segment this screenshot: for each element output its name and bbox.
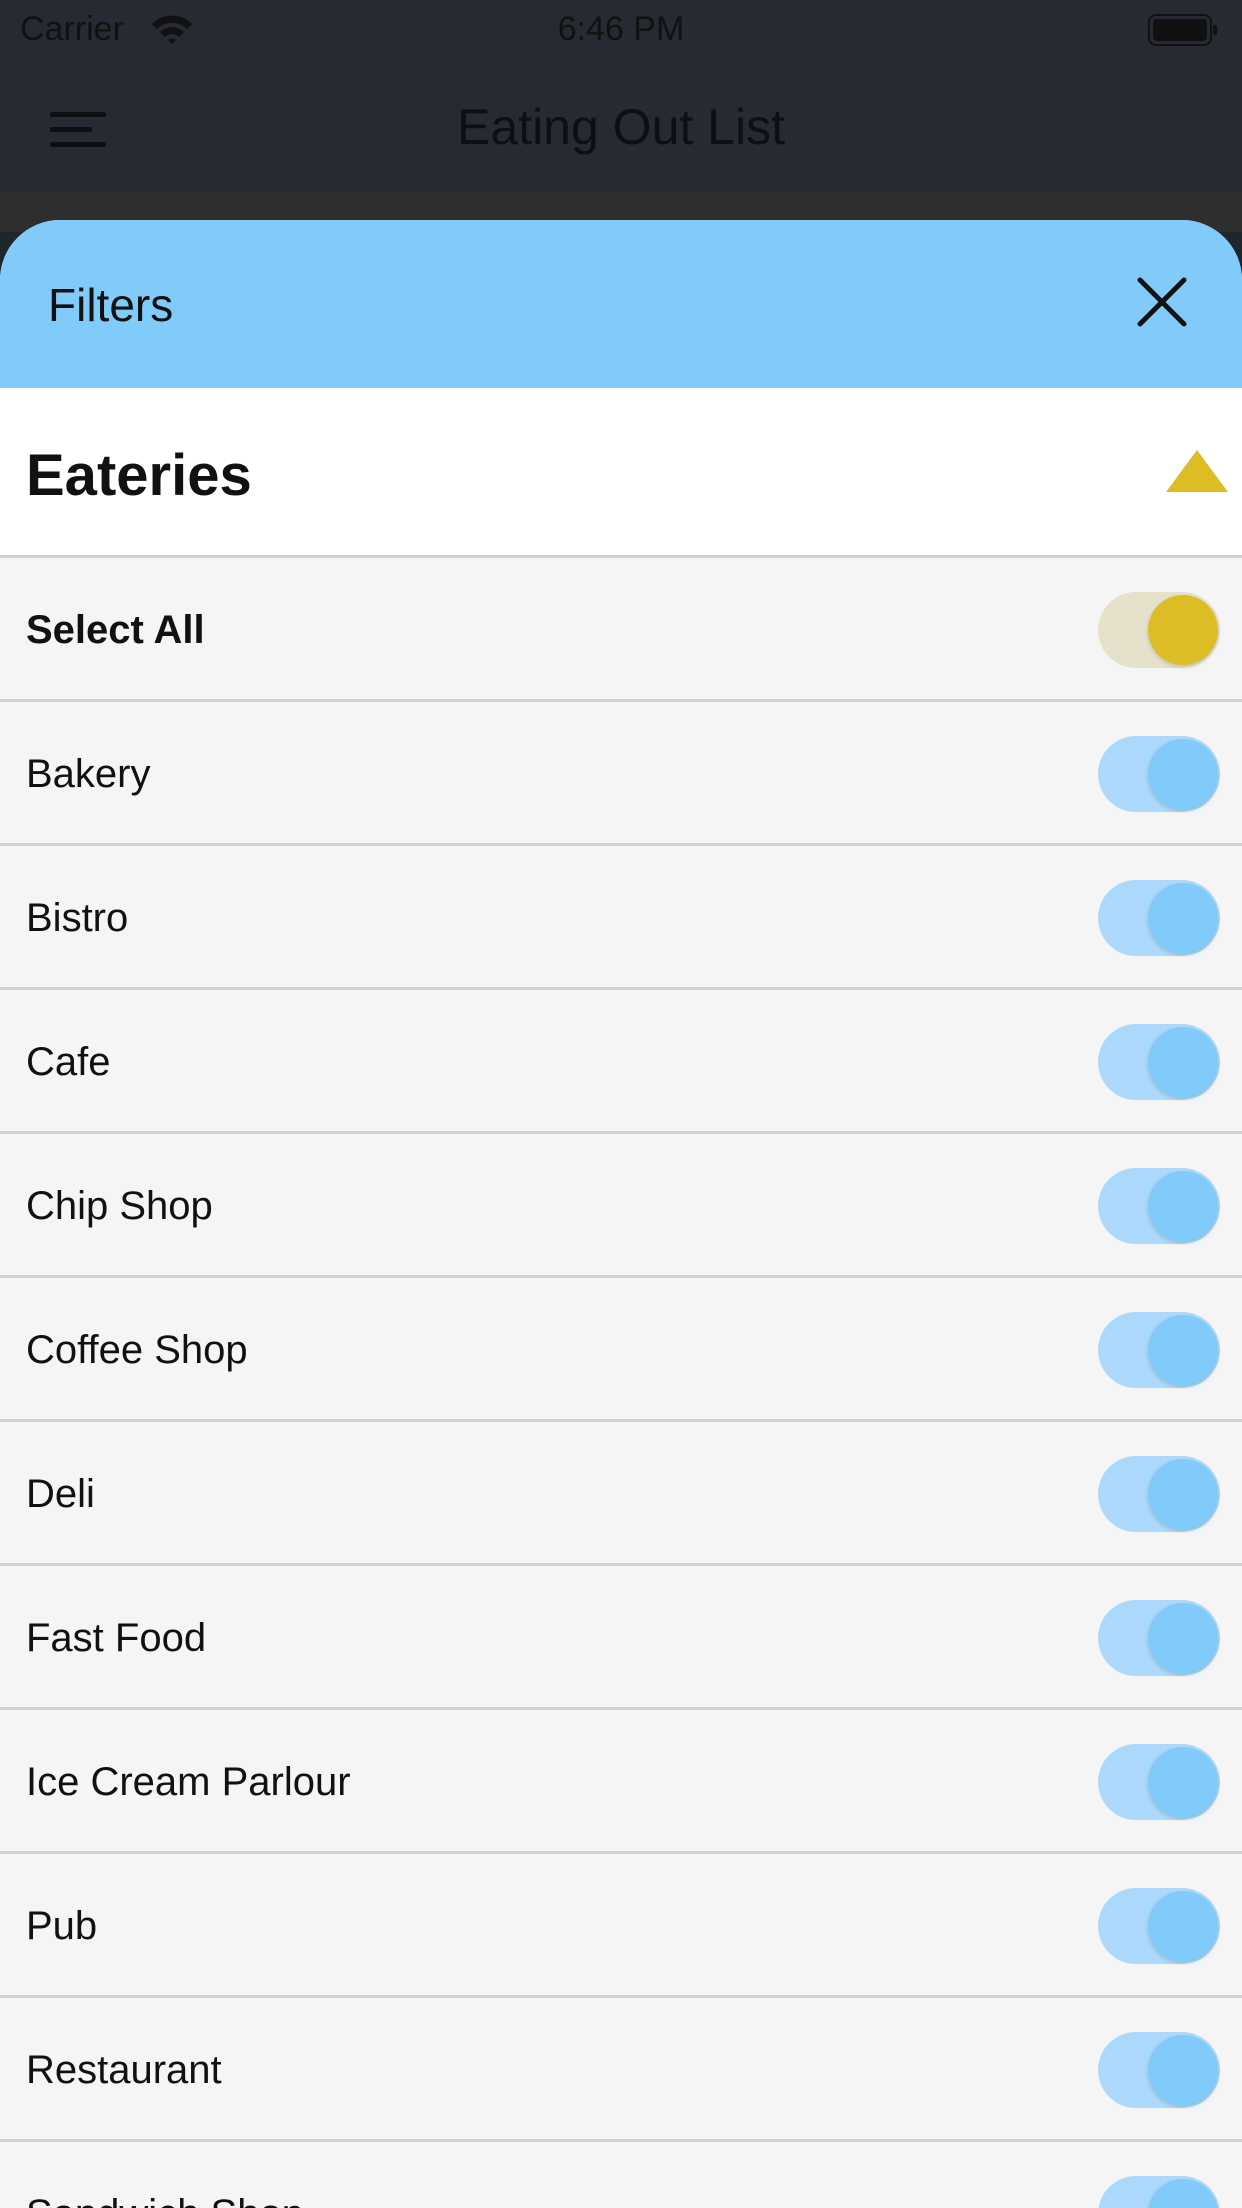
nav-bar: Eating Out List [0,60,1242,192]
filter-list: Select All Bakery Bistro Cafe Chip Shop … [0,558,1242,2208]
list-item-label: Ice Cream Parlour [26,1760,351,1804]
toggle-switch[interactable] [1098,880,1220,956]
page-title: Eating Out List [457,99,785,155]
list-item: Coffee Shop [0,1278,1242,1422]
list-item: Bakery [0,702,1242,846]
toggle-knob [1148,595,1218,665]
list-item-label: Restaurant [26,2048,222,2092]
list-item: Bistro [0,846,1242,990]
battery-icon [1148,14,1217,46]
toggle-knob [1148,1891,1218,1961]
status-time: 6:46 PM [557,10,685,48]
toggle-switch[interactable] [1098,1600,1220,1676]
toggle-knob [1148,2179,1218,2208]
list-item: Ice Cream Parlour [0,1710,1242,1854]
section-header-eateries[interactable]: Eateries [0,388,1242,558]
select-all-label: Select All [26,608,205,652]
list-item: Fast Food [0,1566,1242,1710]
list-item-label: Cafe [26,1040,111,1084]
list-item-label: Deli [26,1472,95,1516]
toggle-knob [1148,883,1218,953]
toggle-knob [1148,1027,1218,1097]
toggle-switch[interactable] [1098,1312,1220,1388]
list-item: Pub [0,1854,1242,1998]
sheet-header: Filters [0,220,1242,388]
status-bar: Carrier 6:46 PM [0,0,1242,60]
close-icon[interactable] [1132,272,1192,332]
toggle-switch[interactable] [1098,1456,1220,1532]
sheet-title: Filters [48,279,174,331]
toggle-switch[interactable] [1098,1024,1220,1100]
list-item: Sandwich Shop [0,2142,1242,2208]
toggle-knob [1148,2035,1218,2105]
toggle-knob [1148,1747,1218,1817]
list-item-label: Bistro [26,896,129,940]
toggle-knob [1148,1603,1218,1673]
list-item: Deli [0,1422,1242,1566]
toggle-switch[interactable] [1098,2176,1220,2208]
list-item-label: Pub [26,1904,98,1948]
triangle-up-icon[interactable] [1164,448,1230,494]
list-item: Restaurant [0,1998,1242,2142]
list-item-label: Fast Food [26,1616,207,1660]
toggle-knob [1148,739,1218,809]
list-item-label: Chip Shop [26,1184,213,1228]
list-item: Chip Shop [0,1134,1242,1278]
toggle-knob [1148,1459,1218,1529]
toggle-switch[interactable] [1098,736,1220,812]
toggle-switch[interactable] [1098,2032,1220,2108]
list-item-label: Sandwich Shop [26,2192,304,2208]
list-item-label: Bakery [26,752,151,796]
toggle-switch[interactable] [1098,1744,1220,1820]
toggle-switch[interactable] [1098,1168,1220,1244]
toggle-knob [1148,1315,1218,1385]
filters-sheet: Filters Eateries Select All Bakery Bistr… [0,220,1242,2208]
section-title: Eateries [26,443,252,508]
list-item-label: Coffee Shop [26,1328,248,1372]
toggle-switch[interactable] [1098,1888,1220,1964]
toggle-knob [1148,1171,1218,1241]
select-all-toggle[interactable] [1098,592,1220,668]
list-item-select-all: Select All [0,558,1242,702]
list-item: Cafe [0,990,1242,1134]
